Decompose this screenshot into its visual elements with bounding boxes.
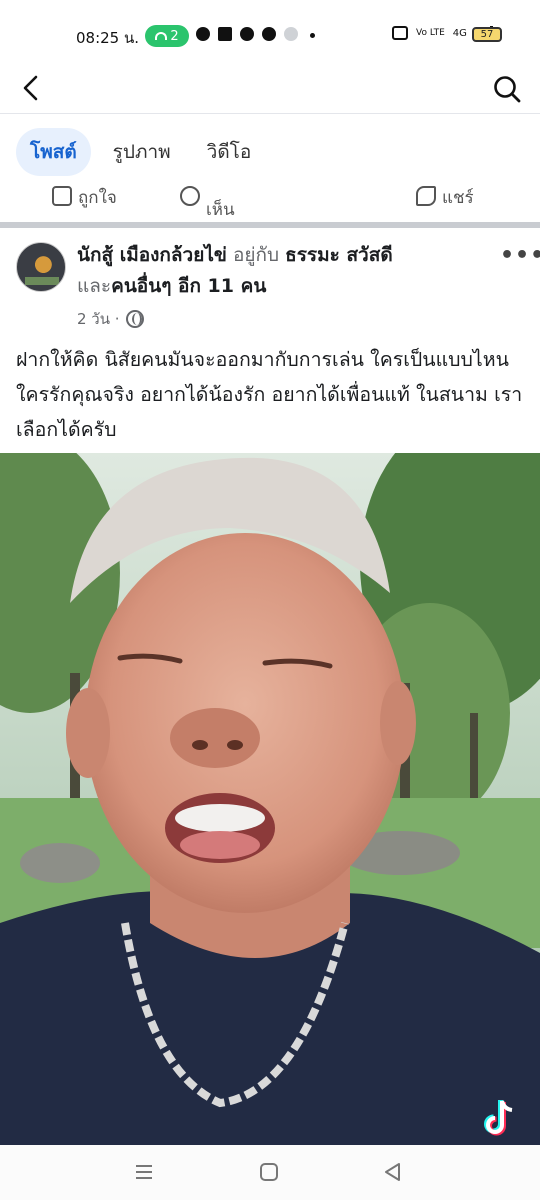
like-button[interactable]: ถูกใจ bbox=[52, 184, 117, 211]
post-video[interactable] bbox=[0, 453, 540, 1145]
share-icon bbox=[416, 186, 436, 206]
volte-icon: Vo LTE bbox=[416, 28, 445, 38]
author-avatar[interactable] bbox=[16, 242, 66, 292]
and-text: และ bbox=[77, 275, 112, 297]
more-notifications-dot bbox=[310, 33, 315, 38]
header-divider bbox=[0, 113, 540, 114]
comment-label: เห็น bbox=[206, 200, 235, 218]
system-nav-bar bbox=[0, 1145, 540, 1200]
hotspot-count: 2 bbox=[170, 28, 179, 44]
share-label: แชร์ bbox=[442, 188, 474, 208]
wifi-icon bbox=[155, 32, 168, 40]
with-text: อยู่กับ bbox=[232, 244, 280, 266]
more-options-button[interactable]: ••• bbox=[500, 243, 540, 268]
previous-post-actions: ถูกใจ เห็น แชร์ bbox=[0, 180, 540, 218]
globe-icon bbox=[125, 310, 144, 328]
author-name[interactable]: นักสู้ เมืองกล้วยไข่ bbox=[77, 244, 227, 266]
comment-button[interactable]: เห็น bbox=[180, 184, 235, 218]
hotspot-pill: 2 bbox=[145, 25, 189, 47]
status-bar: 08:25 น. 2 Vo LTE 4G 57 bbox=[0, 0, 540, 72]
mail-icon bbox=[218, 27, 232, 41]
tab-posts[interactable]: โพสต์ bbox=[16, 128, 91, 176]
messenger-icon bbox=[240, 27, 254, 41]
battery-level: 57 bbox=[480, 29, 494, 40]
tagged-friend[interactable]: ธรรมะ สวัสดี bbox=[285, 244, 393, 266]
back-triangle-icon[interactable] bbox=[380, 1159, 406, 1185]
profile-tabs: โพสต์ รูปภาพ วิดีโอ bbox=[16, 128, 265, 176]
post-timestamp[interactable]: 2 วัน · bbox=[77, 307, 144, 331]
battery-icon: 57 bbox=[472, 27, 502, 42]
notification-icons bbox=[196, 27, 298, 41]
tiktok-watermark-icon bbox=[484, 1100, 513, 1136]
status-time: 08:25 น. bbox=[76, 29, 140, 47]
thumbs-up-icon bbox=[52, 186, 72, 206]
tagged-others[interactable]: คนอื่นๆ อีก 11 คน bbox=[111, 275, 266, 297]
tiktok-notification-icon bbox=[284, 27, 298, 41]
search-icon[interactable] bbox=[490, 72, 524, 106]
tab-videos[interactable]: วิดีโอ bbox=[193, 128, 266, 176]
video-frame bbox=[0, 453, 540, 1145]
app-header bbox=[0, 66, 540, 112]
menu-icon[interactable] bbox=[131, 1159, 157, 1185]
tab-photos[interactable]: รูปภาพ bbox=[99, 128, 185, 176]
post-body: ฝากให้คิด นิสัยคนมันจะออกมากับการเล่น ใค… bbox=[16, 348, 523, 441]
home-icon[interactable] bbox=[256, 1159, 282, 1185]
post-author-line: นักสู้ เมืองกล้วยไข่ อยู่กับ ธรรมะ สวัสด… bbox=[77, 240, 477, 302]
post-time-text: 2 วัน · bbox=[77, 310, 120, 328]
share-button[interactable]: แชร์ bbox=[416, 184, 474, 211]
comment-icon bbox=[180, 186, 200, 206]
back-arrow-icon[interactable] bbox=[16, 72, 48, 104]
facebook-icon bbox=[196, 27, 210, 41]
mute-icon bbox=[392, 26, 408, 40]
post-separator bbox=[0, 222, 540, 228]
circle-app-icon bbox=[262, 27, 276, 41]
like-label: ถูกใจ bbox=[78, 188, 117, 208]
network-label: 4G bbox=[452, 27, 467, 39]
